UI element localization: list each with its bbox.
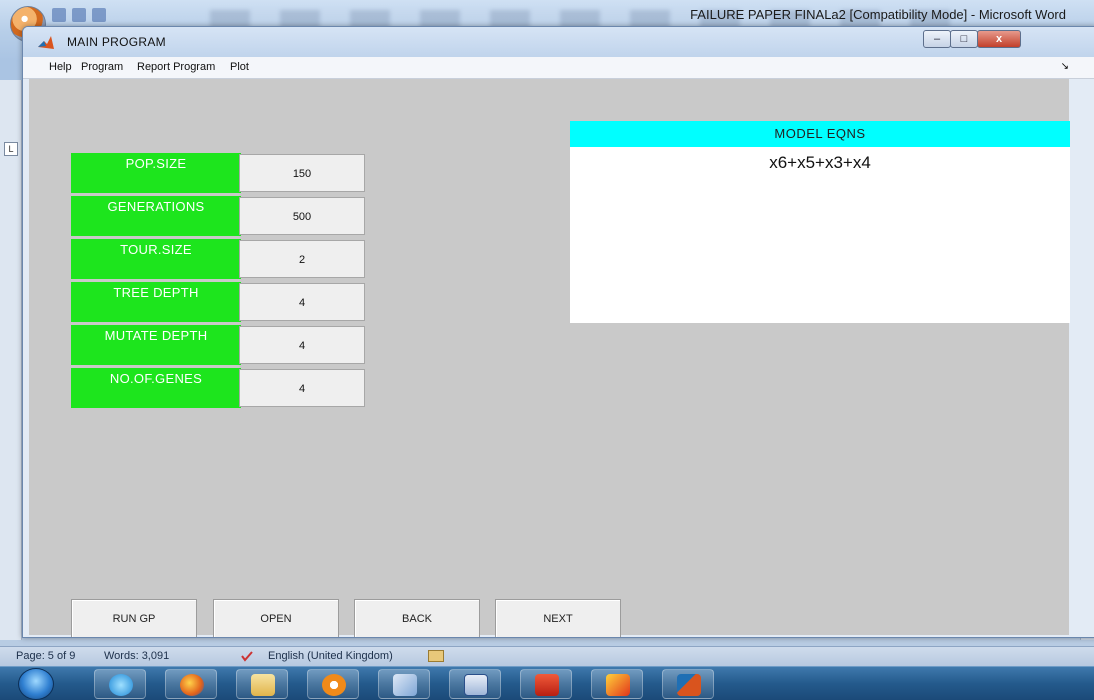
param-label-mutate-depth: MUTATE DEPTH — [71, 325, 241, 365]
word-icon[interactable] — [449, 669, 501, 699]
acrobat-icon[interactable] — [520, 669, 572, 699]
winamp-icon[interactable] — [591, 669, 643, 699]
param-label-generations: GENERATIONS — [71, 196, 241, 236]
menu-bar: Help Program Report Program Plot ↘ — [23, 57, 1094, 79]
word-status-bar: Page: 5 of 9 Words: 3,091 English (Unite… — [0, 646, 1094, 666]
spellcheck-icon[interactable] — [240, 650, 254, 662]
param-label-tree-depth: TREE DEPTH — [71, 282, 241, 322]
menu-report-program[interactable]: Report Program — [137, 61, 215, 73]
param-input-no-of-genes[interactable]: 4 — [239, 369, 365, 407]
quick-access-toolbar[interactable] — [52, 8, 142, 24]
menu-plot[interactable]: Plot — [230, 61, 249, 73]
word-title: FAILURE PAPER FINALa2 [Compatibility Mod… — [690, 7, 1066, 22]
app-titlebar[interactable]: MAIN PROGRAM – □ x — [23, 27, 1094, 57]
status-words[interactable]: Words: 3,091 — [104, 650, 169, 662]
main-program-window: MAIN PROGRAM – □ x Help Program Report P… — [22, 26, 1094, 638]
param-label-no-of-genes: NO.OF.GENES — [71, 368, 241, 408]
param-input-tour-size[interactable]: 2 — [239, 240, 365, 278]
param-label-tour-size: TOUR.SIZE — [71, 239, 241, 279]
model-eqns-header: MODEL EQNS — [570, 121, 1070, 147]
status-language[interactable]: English (United Kingdom) — [268, 650, 393, 662]
windows-start-icon[interactable] — [18, 668, 54, 700]
model-equation: x6+x5+x3+x4 — [769, 153, 871, 172]
redo-icon[interactable] — [92, 8, 106, 22]
param-input-generations[interactable]: 500 — [239, 197, 365, 235]
email-icon[interactable] — [378, 669, 430, 699]
close-button[interactable]: x — [977, 30, 1021, 48]
firefox-icon[interactable] — [165, 669, 217, 699]
maximize-button[interactable]: □ — [950, 30, 978, 48]
toolbar-arrow-icon[interactable]: ↘ — [1061, 61, 1069, 72]
menu-program[interactable]: Program — [81, 61, 123, 73]
next-button[interactable]: NEXT — [495, 599, 621, 637]
model-eqns-box: x6+x5+x3+x4 — [570, 147, 1070, 323]
param-input-pop-size[interactable]: 150 — [239, 154, 365, 192]
tab-selector-icon[interactable]: L — [4, 142, 18, 156]
matlab-icon[interactable] — [662, 669, 714, 699]
save-icon[interactable] — [52, 8, 66, 22]
open-button[interactable]: OPEN — [213, 599, 339, 637]
matlab-icon — [37, 35, 55, 51]
undo-icon[interactable] — [72, 8, 86, 22]
taskbar — [0, 666, 1094, 700]
menu-help[interactable]: Help — [49, 61, 72, 73]
param-input-mutate-depth[interactable]: 4 — [239, 326, 365, 364]
media-player-icon[interactable] — [307, 669, 359, 699]
file-explorer-icon[interactable] — [236, 669, 288, 699]
back-button[interactable]: BACK — [354, 599, 480, 637]
param-label-pop-size: POP.SIZE — [71, 153, 241, 193]
internet-explorer-icon[interactable] — [94, 669, 146, 699]
run-gp-button[interactable]: RUN GP — [71, 599, 197, 637]
app-title: MAIN PROGRAM — [67, 35, 166, 49]
param-input-tree-depth[interactable]: 4 — [239, 283, 365, 321]
status-page[interactable]: Page: 5 of 9 — [16, 650, 75, 662]
minimize-button[interactable]: – — [923, 30, 951, 48]
figure-panel: POP.SIZE 150 GENERATIONS 500 TOUR.SIZE 2… — [29, 79, 1070, 637]
macro-icon[interactable] — [428, 650, 444, 662]
vertical-ruler: L — [0, 80, 22, 640]
